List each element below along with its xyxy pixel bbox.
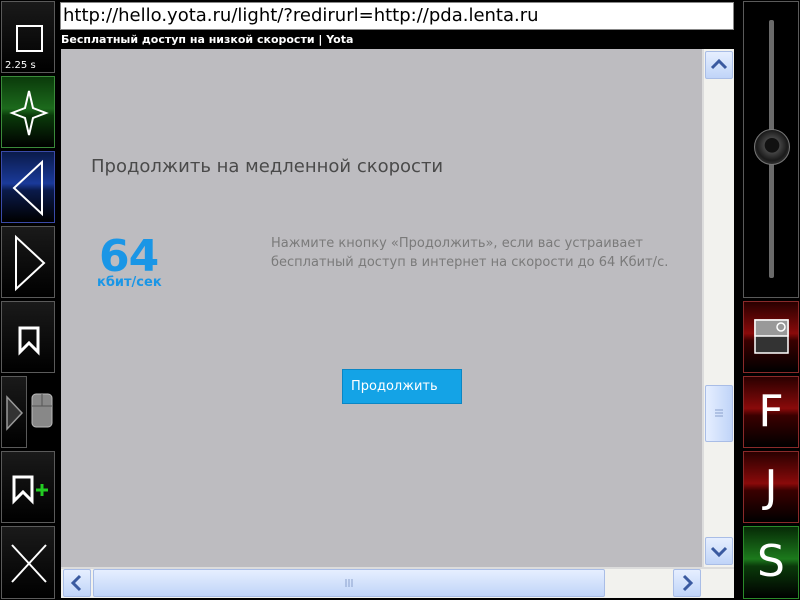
description-text: Нажмите кнопку «Продолжить», если вас ус… bbox=[271, 236, 669, 270]
screen-toggle-button[interactable] bbox=[743, 301, 799, 373]
vertical-scrollbar[interactable] bbox=[704, 49, 734, 567]
f-button[interactable]: F bbox=[743, 376, 799, 448]
scroll-right-button[interactable] bbox=[673, 569, 701, 597]
continue-button[interactable]: Продолжить bbox=[342, 369, 462, 404]
stop-button[interactable]: 2.25 s bbox=[1, 1, 55, 73]
j-button[interactable]: J bbox=[743, 451, 799, 523]
page-content: Продолжить на медленной скорости 64 кбит… bbox=[61, 49, 702, 567]
zoom-knob[interactable] bbox=[754, 129, 790, 165]
horizontal-scrollbar[interactable] bbox=[61, 569, 704, 598]
mouse-icon bbox=[31, 393, 53, 428]
forward-arrow-icon bbox=[15, 234, 46, 292]
chevron-up-icon bbox=[710, 58, 728, 70]
scrollbar-corner bbox=[704, 569, 734, 598]
grip-icon bbox=[345, 579, 353, 587]
url-bar[interactable]: http://hello.yota.ru/light/?redirurl=htt… bbox=[60, 2, 734, 30]
zoom-slider[interactable] bbox=[743, 1, 799, 298]
home-button[interactable] bbox=[1, 76, 55, 148]
grip-icon bbox=[715, 409, 723, 417]
load-timer: 2.25 s bbox=[5, 60, 36, 71]
mouse-mode-button[interactable] bbox=[29, 376, 55, 448]
chevron-down-icon bbox=[710, 546, 728, 558]
add-bookmark-icon bbox=[12, 475, 48, 505]
horizontal-scroll-thumb[interactable] bbox=[93, 569, 605, 597]
home-icon bbox=[9, 90, 49, 136]
speed-unit: кбит/сек bbox=[97, 275, 162, 290]
back-button[interactable] bbox=[1, 151, 55, 223]
web-viewport: Продолжить на медленной скорости 64 кбит… bbox=[61, 49, 734, 598]
scroll-up-button[interactable] bbox=[705, 51, 733, 79]
scroll-down-button[interactable] bbox=[705, 537, 733, 565]
vertical-scroll-thumb[interactable] bbox=[705, 385, 733, 442]
s-label: S bbox=[757, 536, 785, 587]
chevron-right-icon bbox=[682, 574, 694, 592]
close-icon bbox=[11, 544, 47, 583]
chevron-left-icon bbox=[70, 574, 82, 592]
add-bookmark-button[interactable] bbox=[1, 451, 55, 523]
back-arrow-icon bbox=[12, 159, 43, 217]
forward-button[interactable] bbox=[1, 226, 55, 298]
s-button[interactable]: S bbox=[743, 526, 799, 599]
page-title: Бесплатный доступ на низкой скорости | Y… bbox=[61, 33, 354, 46]
page-heading: Продолжить на медленной скорости bbox=[91, 156, 444, 177]
mode-toggle-button[interactable] bbox=[1, 376, 27, 448]
scroll-left-button[interactable] bbox=[63, 569, 91, 597]
bookmark-icon bbox=[18, 326, 40, 356]
mode-toggle-icon bbox=[6, 395, 24, 431]
close-button[interactable] bbox=[1, 526, 55, 599]
screen-toggle-icon bbox=[754, 319, 789, 354]
f-label: F bbox=[758, 386, 784, 437]
bookmark-button[interactable] bbox=[1, 301, 55, 373]
j-label: J bbox=[764, 461, 778, 512]
